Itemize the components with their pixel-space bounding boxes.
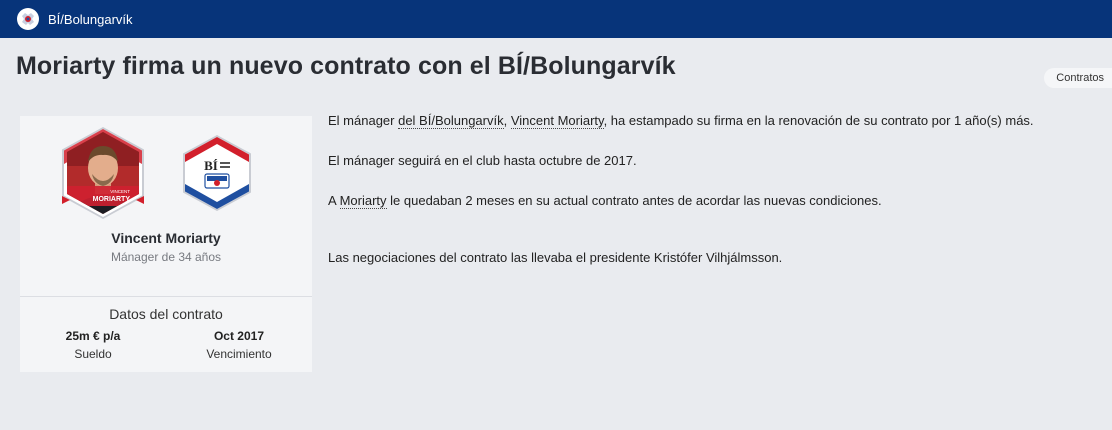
expiry-block: Oct 2017 Vencimiento (166, 329, 312, 361)
header-bar: BÍ/Bolungarvík (0, 0, 1112, 38)
manager-surname-link[interactable]: Moriarty (339, 193, 387, 209)
article-text: le quedaban 2 meses en su actual contrat… (386, 193, 882, 208)
manager-link[interactable]: Vincent Moriarty (510, 113, 604, 129)
page-title: Moriarty firma un nuevo contrato con el … (16, 52, 676, 80)
category-tag[interactable]: Contratos (1044, 68, 1112, 88)
contract-details: Datos del contrato 25m € p/a Sueldo Oct … (20, 306, 312, 361)
article-text: , (503, 113, 511, 128)
manager-badge-first: VINCENT (110, 189, 130, 194)
article-text: , ha estampado su firma en la renovación… (603, 113, 1034, 128)
article-paragraph-3: A Moriarty le quedaban 2 meses en su act… (328, 193, 1112, 209)
article-text: A (328, 193, 340, 208)
manager-badge-last: MORIARTY (93, 196, 131, 203)
contract-section-title: Datos del contrato (109, 306, 223, 322)
salary-label: Sueldo (74, 347, 112, 361)
salary-value: 25m € p/a (65, 329, 121, 343)
expiry-value: Oct 2017 (213, 329, 265, 343)
article-text: El mánager (328, 113, 399, 128)
club-name-link[interactable]: BÍ/Bolungarvík (48, 12, 133, 27)
club-link[interactable]: del BÍ/Bolungarvík (398, 113, 504, 129)
manager-name[interactable]: Vincent Moriarty (20, 230, 312, 246)
article-paragraph-4: Las negociaciones del contrato las lleva… (328, 250, 783, 265)
club-badge-icon[interactable]: BÍ (178, 134, 256, 212)
article-paragraph-2: El mánager seguirá en el club hasta octu… (328, 153, 637, 168)
news-article: El mánager del BÍ/Bolungarvík, Vincent M… (328, 113, 1112, 265)
manager-card: VINCENT MORIARTY BÍ Vincent Moriarty Mán… (20, 116, 312, 372)
expiry-label: Vencimiento (206, 347, 272, 361)
manager-age: Mánager de 34 años (110, 250, 222, 264)
club-badge-text: BÍ (204, 158, 218, 173)
salary-block: 25m € p/a Sueldo (20, 329, 166, 361)
article-paragraph-1: El mánager del BÍ/Bolungarvík, Vincent M… (328, 113, 1112, 129)
manager-profile: VINCENT MORIARTY BÍ Vincent Moriarty Mán… (20, 116, 312, 297)
club-crest-icon[interactable] (17, 8, 39, 30)
manager-photo-icon[interactable]: VINCENT MORIARTY (56, 126, 150, 220)
